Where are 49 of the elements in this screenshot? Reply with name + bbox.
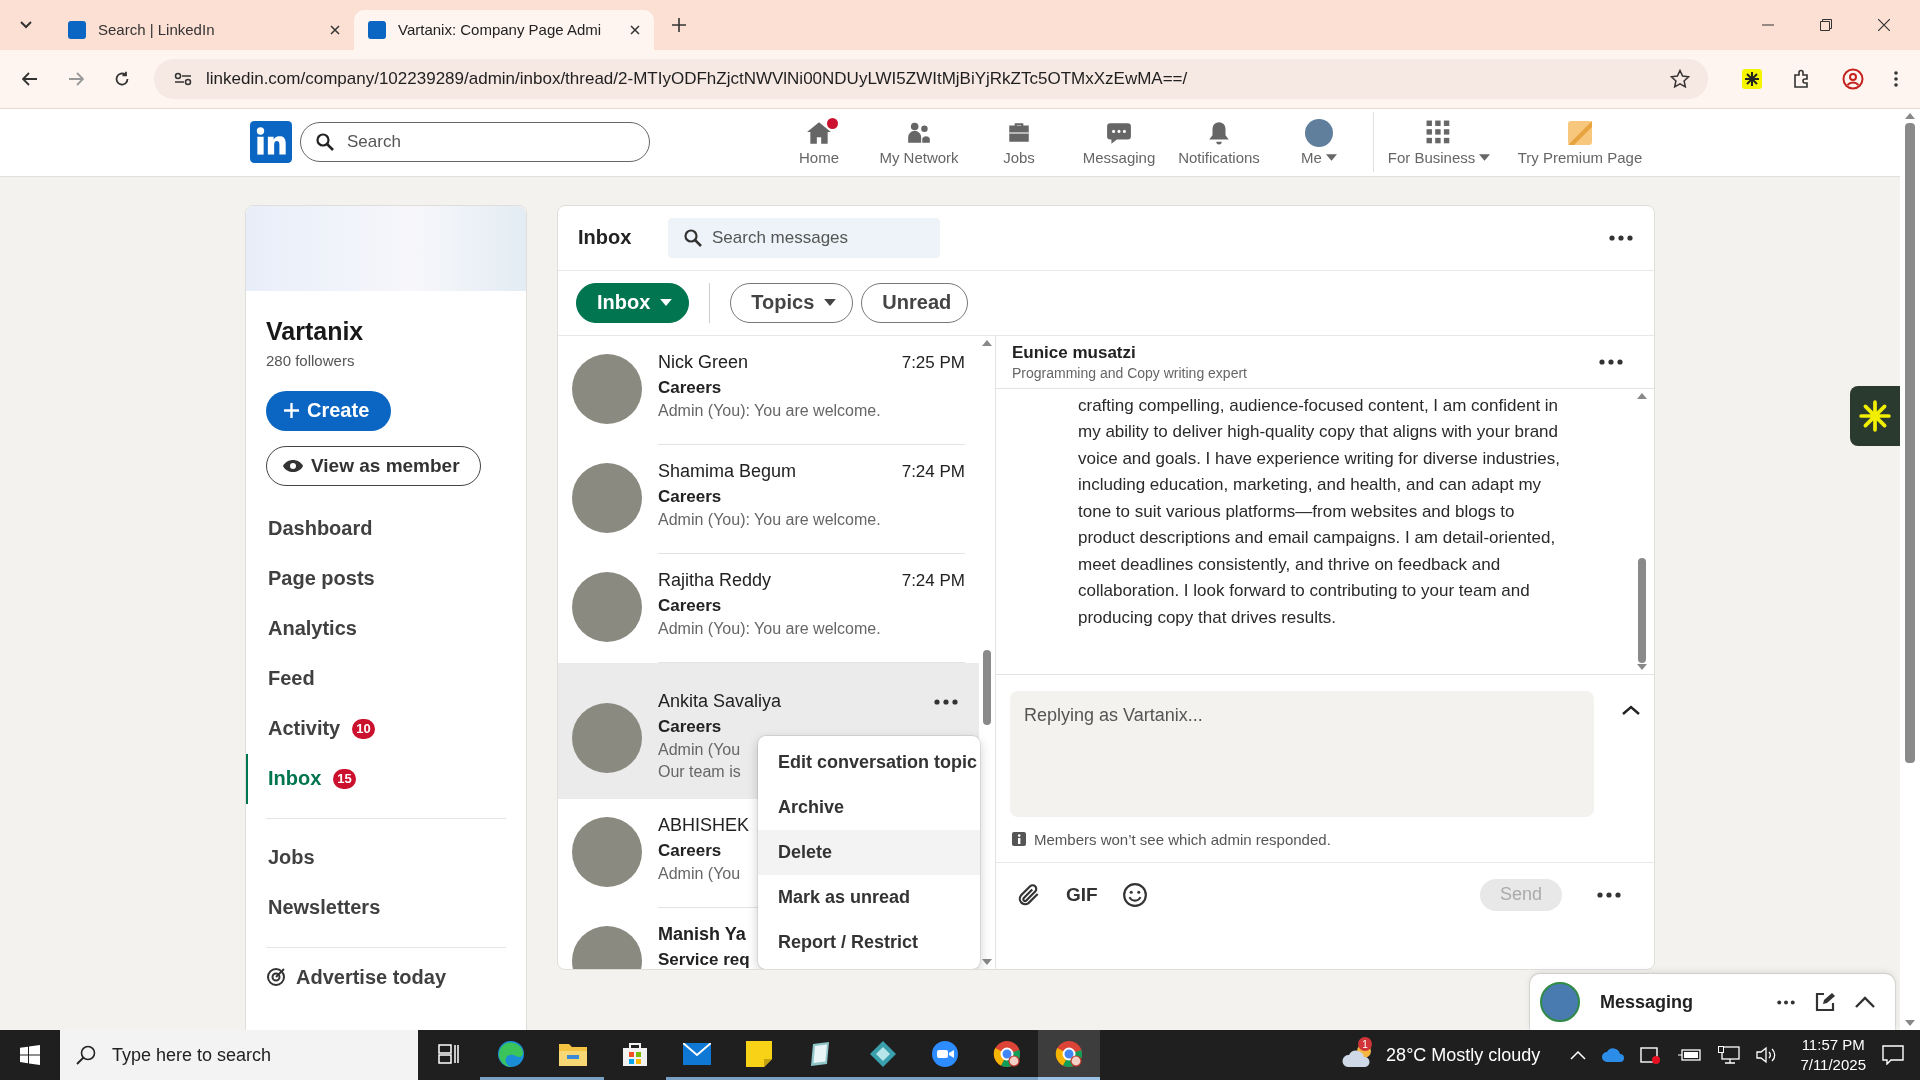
message-text: crafting compelling, audience-focused content, I am confident in my ability to deliver high-quality copy that aligns with your brand voice and goals. I have experience writing for diverse industries, including education, marketing, and health, and can adapt my tone to suit various platforms—from websites and blogs to product descriptions and email campaigns. I am detail-oriented, meet deadlines consistently, and thrive on feedback and collaboration. I look forward to contributing to your team and producing copy that drives results. (1078, 394, 1561, 629)
url-text: linkedin.com/company/102239289/admin/inbox/thread/2-MTIyODFhZjctNWVlNi00NDUyLWI5ZWItMjBiYjRkZTc5OTMxXzEwMA==/ (206, 68, 1188, 89)
messaging-title: Messaging (1600, 991, 1694, 1013)
nav-label: Home (799, 148, 839, 166)
sidebar-label: Dashboard (268, 517, 373, 541)
conversation-topic: Careers (658, 595, 722, 616)
page-name: Vartanix (266, 316, 364, 346)
message-preview: Admin (You): You are welcome. (658, 619, 881, 638)
alert-badge: 1 (1358, 1037, 1373, 1051)
sidebar-label: Page posts (268, 567, 375, 591)
admin-note: Members won’t see which admin responded. (1034, 830, 1331, 848)
message-preview: Admin (You): You are welcome. (658, 510, 881, 529)
timestamp: 7:25 PM (901, 352, 965, 373)
contact-name: Rajitha Reddy (658, 570, 772, 592)
conversation-topic: Careers (658, 486, 722, 507)
tab-title: Vartanix: Company Page Admi (398, 21, 603, 39)
contact-name: ABHISHEK (658, 815, 750, 837)
message-preview: Our team is (658, 762, 741, 781)
nav-label: Try Premium Page (1517, 148, 1643, 166)
count-badge: 10 (352, 718, 375, 739)
nav-label: For Business (1387, 148, 1491, 166)
message-preview: Admin (You): You are welcome. (658, 401, 881, 420)
conversation-topic: Careers (658, 840, 722, 861)
contact-name: Shamima Begum (658, 461, 797, 483)
inbox-title: Inbox (578, 226, 633, 250)
nav-label: Jobs (1003, 148, 1035, 166)
sidebar-label: Inbox (268, 767, 322, 791)
contact-name: Eunice musatzi (1012, 342, 1137, 363)
nav-label: Messaging (1082, 148, 1156, 166)
timestamp: 7:24 PM (901, 570, 965, 591)
conversation-topic: Careers (658, 716, 722, 737)
count-badge: 15 (333, 768, 356, 789)
timestamp: 7:24 PM (901, 461, 965, 482)
contact-name: Nick Green (658, 352, 749, 374)
nav-label: Notifications (1178, 148, 1260, 166)
nav-label: My Network (879, 148, 959, 166)
nav-label: Me (1301, 148, 1337, 166)
tab-title: Search | LinkedIn (98, 21, 216, 39)
message-preview: Admin (You (658, 864, 741, 883)
sidebar-label: Feed (268, 667, 315, 691)
contact-name: Manish Ya (658, 924, 746, 946)
conversation-topic: Service req (658, 949, 750, 969)
sidebar-label: Analytics (268, 617, 357, 641)
sidebar-label: Activity (268, 717, 341, 741)
follower-count: 280 followers (266, 351, 355, 369)
contact-name: Ankita Savaliya (658, 691, 782, 713)
contact-headline: Programming and Copy writing expert (1012, 364, 1247, 381)
message-preview: Admin (You (658, 740, 741, 759)
conversation-topic: Careers (658, 377, 722, 398)
